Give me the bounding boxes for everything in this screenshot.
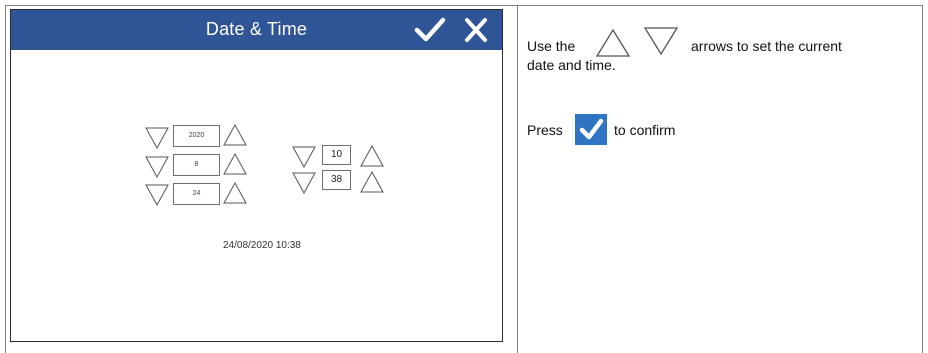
- hour-increment-triangle-up-icon[interactable]: [360, 145, 384, 167]
- instruction-line1-suffix: arrows to set the current: [691, 38, 842, 54]
- hour-field[interactable]: 10: [322, 145, 351, 165]
- day-increment-triangle-up-icon[interactable]: [223, 182, 247, 204]
- instruction-line3-prefix: Press: [527, 122, 563, 138]
- day-decrement-triangle-down-icon[interactable]: [145, 184, 169, 206]
- triangle-up-icon: [595, 28, 631, 57]
- minute-decrement-triangle-down-icon[interactable]: [292, 172, 316, 194]
- day-field[interactable]: 24: [173, 183, 220, 205]
- month-increment-triangle-up-icon[interactable]: [223, 153, 247, 175]
- title-bar: Date & Time: [11, 10, 502, 50]
- instruction-line3-suffix: to confirm: [614, 122, 676, 138]
- check-icon: [579, 118, 604, 140]
- minute-increment-triangle-up-icon[interactable]: [360, 171, 384, 193]
- hour-decrement-triangle-down-icon[interactable]: [292, 146, 316, 168]
- year-increment-triangle-up-icon[interactable]: [223, 124, 247, 146]
- month-decrement-triangle-down-icon[interactable]: [145, 156, 169, 178]
- close-icon[interactable]: [462, 16, 490, 44]
- column-divider: [517, 6, 518, 353]
- year-decrement-triangle-down-icon[interactable]: [145, 127, 169, 149]
- year-field[interactable]: 2020: [173, 125, 220, 147]
- check-icon[interactable]: [414, 16, 446, 44]
- triangle-down-icon: [643, 27, 679, 56]
- confirm-check-badge: [575, 114, 607, 145]
- minute-field[interactable]: 38: [322, 170, 351, 190]
- device-screen: Date & Time 2020 8 24 10 38 24/08/2020 1…: [10, 9, 503, 342]
- month-field[interactable]: 8: [173, 154, 220, 176]
- instruction-line1-prefix: Use the: [527, 38, 576, 54]
- instruction-line2: date and time.: [527, 57, 616, 73]
- current-datetime-readout: 24/08/2020 10:38: [223, 240, 301, 251]
